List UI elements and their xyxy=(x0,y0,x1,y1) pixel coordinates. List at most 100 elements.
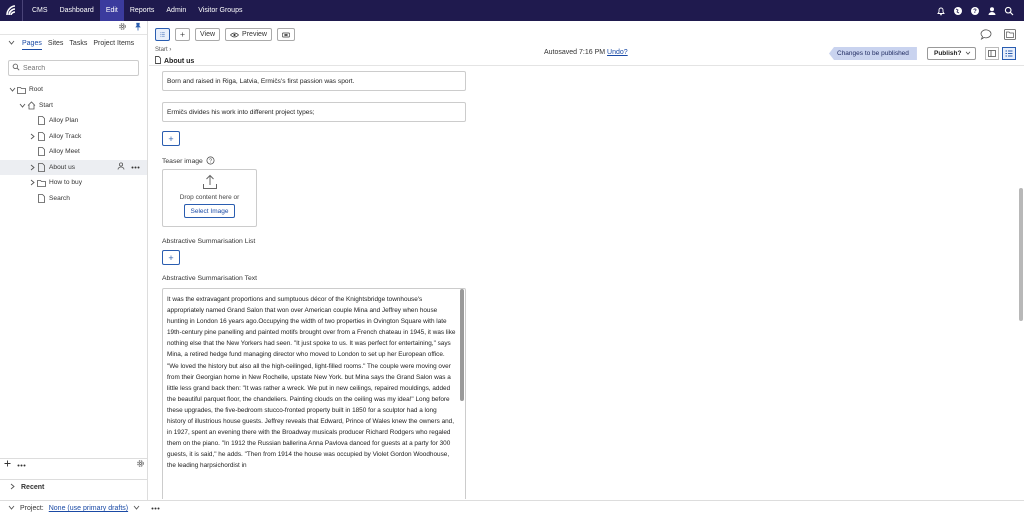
preview-label: Preview xyxy=(242,31,267,38)
page-tree-search[interactable] xyxy=(8,60,139,76)
breadcrumb[interactable]: Start › xyxy=(155,47,171,53)
preview-button[interactable]: Preview xyxy=(225,28,272,41)
tree-node-how-to-buy[interactable]: How to buy xyxy=(0,175,147,191)
breadcrumb-chevron-icon: › xyxy=(169,47,172,53)
globe-icon[interactable] xyxy=(953,6,963,16)
settings-gear-icon[interactable] xyxy=(136,459,145,470)
nav-reports[interactable]: Reports xyxy=(124,0,161,21)
tree-node-root[interactable]: Root xyxy=(0,82,147,98)
folder-icon xyxy=(36,179,46,187)
chevron-down-icon[interactable] xyxy=(8,505,15,512)
search-input[interactable] xyxy=(23,64,123,72)
teaser-image-label: Teaser image ? xyxy=(162,156,215,167)
page-icon xyxy=(36,162,46,172)
tree-node-alloy-meet[interactable]: Alloy Meet xyxy=(0,144,147,160)
tab-pages[interactable]: Pages xyxy=(22,38,42,50)
help-icon[interactable]: ? xyxy=(206,156,215,167)
tab-sites[interactable]: Sites xyxy=(48,38,64,49)
settings-gear-icon[interactable] xyxy=(118,22,127,33)
nav-separator xyxy=(22,0,23,21)
main-scrollbar[interactable] xyxy=(1019,188,1023,321)
tab-project-items[interactable]: Project Items xyxy=(93,38,134,49)
add-block-button[interactable]: + xyxy=(162,131,180,146)
assets-panel-icon[interactable] xyxy=(1004,29,1016,42)
tree-node-alloy-plan[interactable]: Alloy Plan xyxy=(0,113,147,129)
recent-section-toggle[interactable]: Recent xyxy=(0,479,148,494)
project-label: Project: xyxy=(20,505,44,512)
editor-content: Born and raised in Riga, Latvia, Ermičs'… xyxy=(149,67,1018,499)
add-button[interactable] xyxy=(175,28,190,41)
user-icon[interactable] xyxy=(987,6,997,16)
page-icon xyxy=(36,147,46,157)
toggle-navigation-button[interactable] xyxy=(155,28,170,41)
expand-toggle-icon[interactable] xyxy=(18,103,26,108)
pane-tabs: Pages Sites Tasks Project Items xyxy=(0,35,147,52)
page-title: About us xyxy=(155,56,194,66)
expand-toggle-icon[interactable] xyxy=(28,133,36,140)
tree-node-label: Start xyxy=(39,101,53,109)
tree-node-start[interactable]: Start xyxy=(0,98,147,114)
nav-admin[interactable]: Admin xyxy=(160,0,192,21)
select-image-button[interactable]: Select Image xyxy=(183,204,236,218)
tab-tasks[interactable]: Tasks xyxy=(69,38,87,49)
more-options-icon[interactable] xyxy=(131,164,140,171)
breadcrumb-start[interactable]: Start xyxy=(155,47,168,53)
nav-edit[interactable]: Edit xyxy=(99,0,124,21)
page-tree: Root Start Alloy Plan Alloy Track Alloy … xyxy=(0,82,147,206)
chevron-right-icon xyxy=(10,483,15,492)
nav-dashboard[interactable]: Dashboard xyxy=(54,0,100,21)
expand-toggle-icon[interactable] xyxy=(28,179,36,186)
add-page-icon[interactable] xyxy=(4,460,11,469)
bell-icon[interactable] xyxy=(936,6,946,16)
tree-node-label: Search xyxy=(49,194,70,202)
nav-brand[interactable]: CMS xyxy=(26,0,54,21)
chevron-down-icon xyxy=(965,50,971,57)
user-edit-icon[interactable] xyxy=(117,162,125,172)
tree-node-about-us[interactable]: About us xyxy=(0,159,147,175)
tree-node-label: Root xyxy=(29,86,43,94)
expand-toggle-icon[interactable] xyxy=(28,164,36,171)
tree-node-alloy-track[interactable]: Alloy Track xyxy=(0,129,147,145)
view-mode-toggle xyxy=(985,47,1016,60)
pane-tools xyxy=(0,21,147,35)
view-button[interactable]: View xyxy=(195,28,221,41)
autosave-status: Autosaved 7:16 PM Undo? xyxy=(544,49,628,56)
pin-icon[interactable] xyxy=(134,22,142,33)
tree-node-search[interactable]: Search xyxy=(0,191,147,207)
paragraph-block-1[interactable]: Born and raised in Riga, Latvia, Ermičs'… xyxy=(162,71,466,91)
paragraph-block-2[interactable]: Ermičs divides his work into different p… xyxy=(162,102,466,122)
help-icon[interactable]: ? xyxy=(970,6,980,16)
publish-menu-button[interactable]: Publish? xyxy=(927,47,977,60)
teaser-image-label-text: Teaser image xyxy=(162,158,203,165)
add-list-item-button[interactable]: + xyxy=(162,250,180,265)
svg-text:?: ? xyxy=(209,158,212,164)
page-icon xyxy=(155,56,161,66)
comments-icon[interactable] xyxy=(980,29,992,42)
summarisation-textarea[interactable]: It was the extravagant proportions and s… xyxy=(162,288,466,499)
expand-toggle-icon[interactable] xyxy=(8,87,16,92)
home-icon xyxy=(26,101,36,110)
cms-logo-icon[interactable] xyxy=(0,0,22,21)
search-icon[interactable] xyxy=(1004,6,1014,16)
project-selector-link[interactable]: None (use primary drafts) xyxy=(49,505,128,512)
nav-visitor-groups[interactable]: Visitor Groups xyxy=(192,0,248,21)
summarisation-text-label: Abstractive Summarisation Text xyxy=(162,275,258,282)
collapse-chevron-icon[interactable] xyxy=(8,40,16,47)
page-title-text: About us xyxy=(164,57,195,65)
tree-more-icon[interactable] xyxy=(17,460,26,469)
tree-node-label: How to buy xyxy=(49,179,82,187)
tree-node-label: Alloy Plan xyxy=(49,117,79,125)
page-icon xyxy=(36,193,46,203)
publish-status-badge: Changes to be published xyxy=(829,47,917,60)
autosave-text: Autosaved 7:16 PM xyxy=(544,49,606,56)
on-page-edit-button[interactable] xyxy=(985,47,999,60)
textarea-scrollbar[interactable] xyxy=(460,289,464,401)
teaser-image-dropzone[interactable]: Drop content here or Select Image xyxy=(162,169,257,227)
all-properties-button[interactable] xyxy=(1002,47,1016,60)
compare-button[interactable] xyxy=(276,28,295,41)
undo-link[interactable]: Undo? xyxy=(607,49,628,56)
project-more-icon[interactable] xyxy=(151,505,160,512)
recent-label: Recent xyxy=(21,483,45,491)
chevron-down-icon[interactable] xyxy=(133,505,140,512)
top-navigation: CMS Dashboard Edit Reports Admin Visitor… xyxy=(0,0,1024,21)
